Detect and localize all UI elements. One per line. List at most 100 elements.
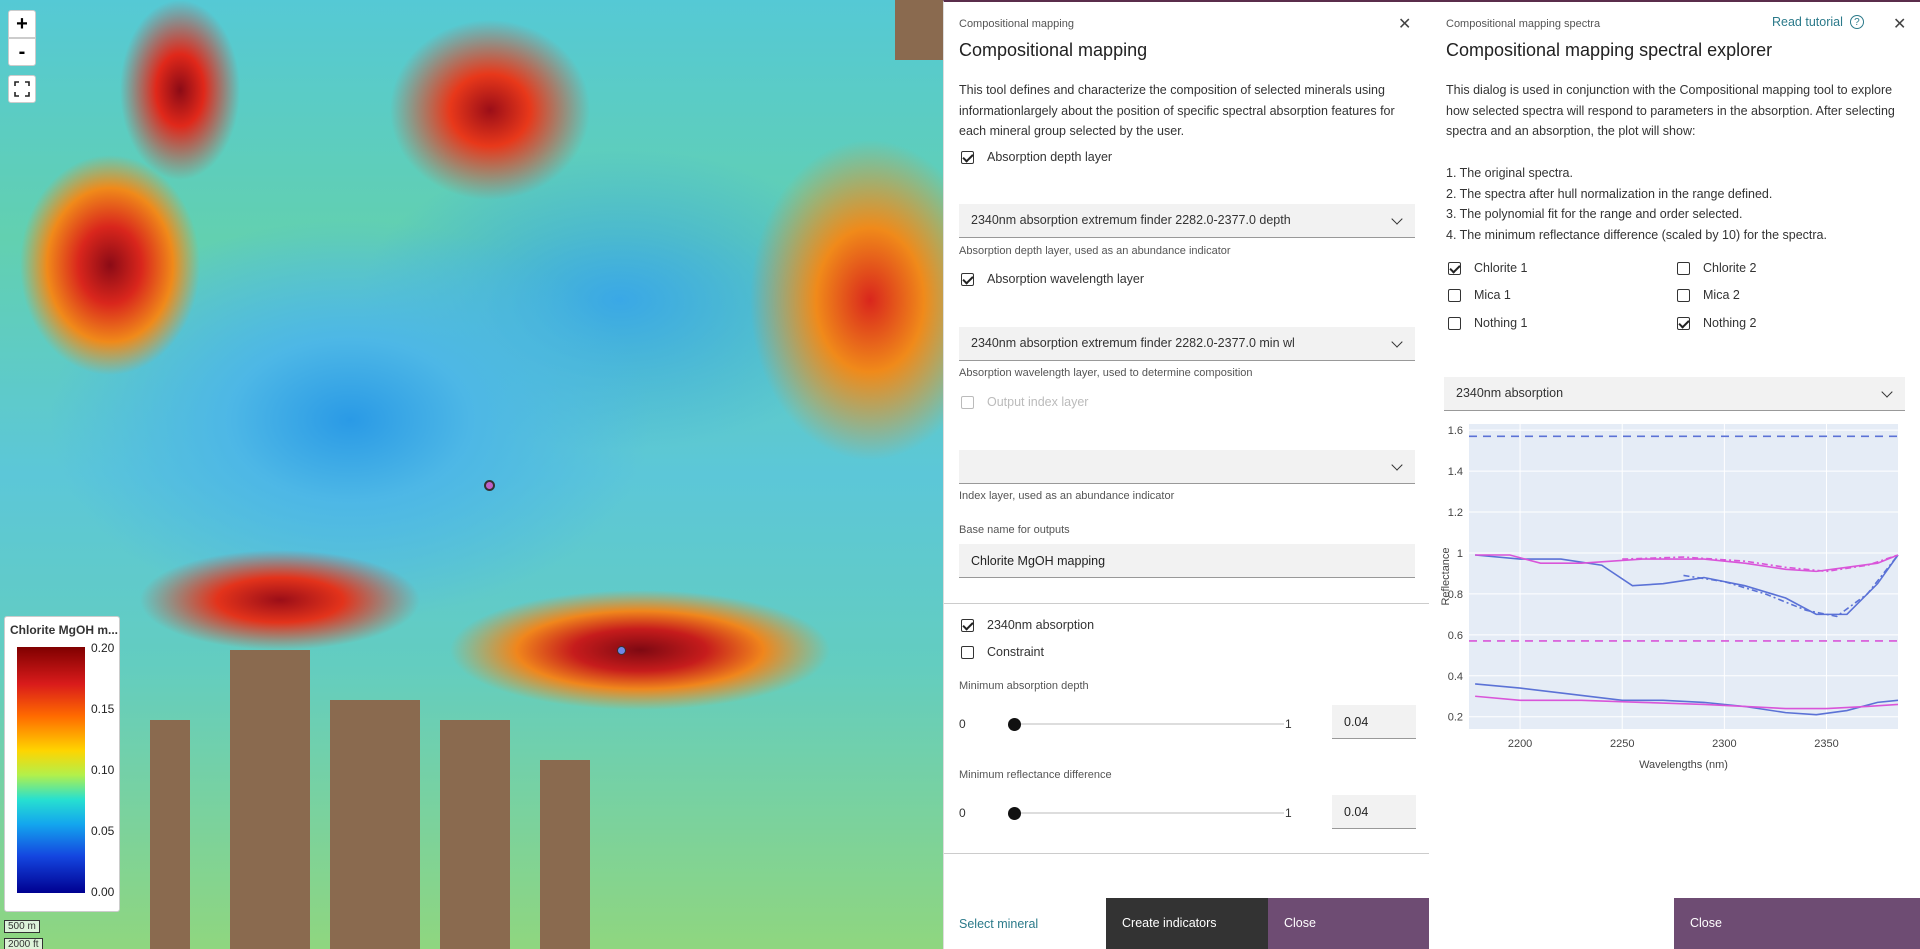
chevron-down-icon bbox=[1881, 386, 1893, 398]
terrain-patch bbox=[895, 0, 943, 60]
select-value: 2340nm absorption extremum finder 2282.0… bbox=[971, 336, 1295, 350]
select-value: 2340nm absorption extremum finder 2282.0… bbox=[971, 213, 1291, 227]
absorption-depth-layer-checkbox[interactable]: Absorption depth layer bbox=[961, 150, 1112, 164]
spectrum-pin-blue[interactable] bbox=[617, 646, 626, 655]
y-axis-label: Reflectance bbox=[1440, 547, 1452, 605]
spectrum-checkbox-mica-1[interactable]: Mica 1 bbox=[1448, 288, 1511, 302]
slider-min-label: 0 bbox=[959, 717, 966, 731]
legend-tick: 0.00 bbox=[91, 885, 115, 899]
compositional-mapping-panel: Compositional mapping ✕ Compositional ma… bbox=[943, 0, 1429, 949]
x-axis-label: Wavelengths (nm) bbox=[1639, 759, 1728, 771]
zoom-out-button[interactable]: - bbox=[8, 38, 36, 66]
constraint-checkbox[interactable]: Constraint bbox=[961, 645, 1044, 659]
y-tick-label: 0.4 bbox=[1448, 671, 1463, 683]
spectrum-checkbox-chlorite-1[interactable]: Chlorite 1 bbox=[1448, 261, 1528, 275]
checkbox-icon bbox=[961, 272, 974, 286]
divider bbox=[944, 853, 1429, 854]
create-indicators-button[interactable]: Create indicators bbox=[1106, 898, 1268, 949]
scale-imperial: 2000 ft bbox=[4, 938, 43, 949]
checkbox-icon bbox=[961, 618, 974, 632]
read-tutorial-link[interactable]: Read tutorial ? bbox=[1772, 15, 1864, 29]
panel-description: This tool defines and characterize the c… bbox=[959, 83, 1395, 138]
close-icon[interactable]: ✕ bbox=[1398, 14, 1411, 34]
x-tick-label: 2350 bbox=[1814, 738, 1838, 750]
chevron-down-icon bbox=[1391, 336, 1403, 348]
close-icon[interactable]: ✕ bbox=[1893, 14, 1906, 34]
y-tick-label: 0.6 bbox=[1448, 630, 1463, 642]
slider-max-label: 1 bbox=[1285, 717, 1292, 731]
spectrum-checkbox-nothing-2[interactable]: Nothing 2 bbox=[1677, 316, 1757, 330]
terrain-patch bbox=[540, 760, 590, 949]
min-absorption-depth-slider[interactable] bbox=[1014, 723, 1284, 725]
depth-layer-select[interactable]: 2340nm absorption extremum finder 2282.0… bbox=[959, 204, 1415, 238]
y-tick-label: 1.2 bbox=[1448, 507, 1463, 519]
absorption-select[interactable]: 2340nm absorption bbox=[1444, 377, 1905, 411]
legend-tick: 0.15 bbox=[91, 702, 115, 716]
checkbox-label: Constraint bbox=[987, 645, 1044, 659]
checkbox-icon bbox=[1677, 316, 1690, 330]
list-item: 2. The spectra after hull normalization … bbox=[1446, 187, 1773, 201]
help-icon: ? bbox=[1849, 15, 1864, 29]
spectrum-pin-magenta[interactable] bbox=[484, 480, 495, 491]
slider-max-label: 1 bbox=[1285, 806, 1292, 820]
spectrum-checkbox-chlorite-2[interactable]: Chlorite 2 bbox=[1677, 261, 1757, 275]
select-value: 2340nm absorption bbox=[1456, 386, 1564, 400]
absorption-wavelength-layer-checkbox[interactable]: Absorption wavelength layer bbox=[961, 272, 1144, 286]
checkbox-label: Absorption wavelength layer bbox=[987, 272, 1145, 286]
x-tick-label: 2200 bbox=[1508, 738, 1532, 750]
checkbox-icon bbox=[961, 395, 974, 409]
page-title: Compositional mapping bbox=[959, 40, 1148, 60]
scale-metric: 500 m bbox=[4, 920, 40, 933]
absorption-2340-checkbox[interactable]: 2340nm absorption bbox=[961, 618, 1094, 632]
terrain-patch bbox=[440, 720, 510, 949]
spectrum-checkbox-nothing-1[interactable]: Nothing 1 bbox=[1448, 316, 1528, 330]
checkbox-label: Chlorite 1 bbox=[1474, 261, 1528, 275]
terrain-patch bbox=[230, 650, 310, 949]
min-absorption-depth-input[interactable]: 0.04 bbox=[1332, 705, 1416, 739]
legend-tick: 0.20 bbox=[91, 641, 115, 655]
checkbox-label: Mica 2 bbox=[1703, 288, 1740, 302]
page-title: Compositional mapping spectral explorer bbox=[1446, 40, 1773, 60]
chevron-down-icon bbox=[1391, 459, 1403, 471]
legend-tick: 0.05 bbox=[91, 824, 115, 838]
slider-thumb[interactable] bbox=[1008, 718, 1021, 731]
list-item: 3. The polynomial fit for the range and … bbox=[1446, 207, 1743, 221]
min-reflectance-difference-slider[interactable] bbox=[1014, 812, 1284, 814]
x-tick-label: 2250 bbox=[1610, 738, 1634, 750]
spectra-plot[interactable]: 0.20.40.60.811.21.41.62200 2250 2300 2350Wa… bbox=[1429, 420, 1920, 780]
spectrum-checkbox-mica-2[interactable]: Mica 2 bbox=[1677, 288, 1740, 302]
fullscreen-button[interactable] bbox=[8, 75, 36, 103]
close-button[interactable]: Close bbox=[1268, 898, 1429, 949]
select-helper-text: Absorption depth layer, used as an abund… bbox=[959, 245, 1231, 257]
select-mineral-link[interactable]: Select mineral bbox=[959, 917, 1038, 931]
slider-thumb[interactable] bbox=[1008, 807, 1021, 820]
y-tick-label: 0.2 bbox=[1448, 712, 1463, 724]
checkbox-icon bbox=[1448, 316, 1461, 330]
min-reflectance-difference-label: Minimum reflectance difference bbox=[959, 769, 1112, 781]
fullscreen-icon bbox=[14, 81, 30, 97]
base-name-input[interactable]: Chlorite MgOH mapping bbox=[959, 544, 1415, 578]
checkbox-icon bbox=[1448, 288, 1461, 302]
legend-color-bar bbox=[17, 647, 85, 893]
select-helper-text: Index layer, used as an abundance indica… bbox=[959, 490, 1175, 502]
panel-description: This dialog is used in conjunction with … bbox=[1446, 83, 1895, 138]
divider bbox=[944, 603, 1429, 604]
checkbox-label: Nothing 2 bbox=[1703, 316, 1757, 330]
legend-title: Chlorite MgOH m... bbox=[10, 623, 118, 637]
checkbox-icon bbox=[1677, 288, 1690, 302]
min-reflectance-difference-input[interactable]: 0.04 bbox=[1332, 795, 1416, 829]
wavelength-layer-select[interactable]: 2340nm absorption extremum finder 2282.0… bbox=[959, 327, 1415, 361]
map-scale: 500 m 2000 ft bbox=[4, 916, 43, 949]
output-index-layer-checkbox[interactable]: Output index layer bbox=[961, 395, 1088, 409]
checkbox-label: Absorption depth layer bbox=[987, 150, 1113, 164]
index-layer-select[interactable] bbox=[959, 450, 1415, 484]
close-button[interactable]: Close bbox=[1674, 898, 1920, 949]
terrain-patch bbox=[330, 700, 420, 949]
zoom-in-button[interactable]: + bbox=[8, 10, 36, 38]
map-view[interactable]: + - Chlorite MgOH m... 0.20 0.15 0.10 0.… bbox=[0, 0, 943, 949]
checkbox-icon bbox=[1448, 261, 1461, 275]
checkbox-label: Mica 1 bbox=[1474, 288, 1511, 302]
checkbox-label: Chlorite 2 bbox=[1703, 261, 1757, 275]
y-tick-label: 1.6 bbox=[1448, 425, 1463, 437]
read-tutorial-label: Read tutorial bbox=[1772, 15, 1843, 29]
